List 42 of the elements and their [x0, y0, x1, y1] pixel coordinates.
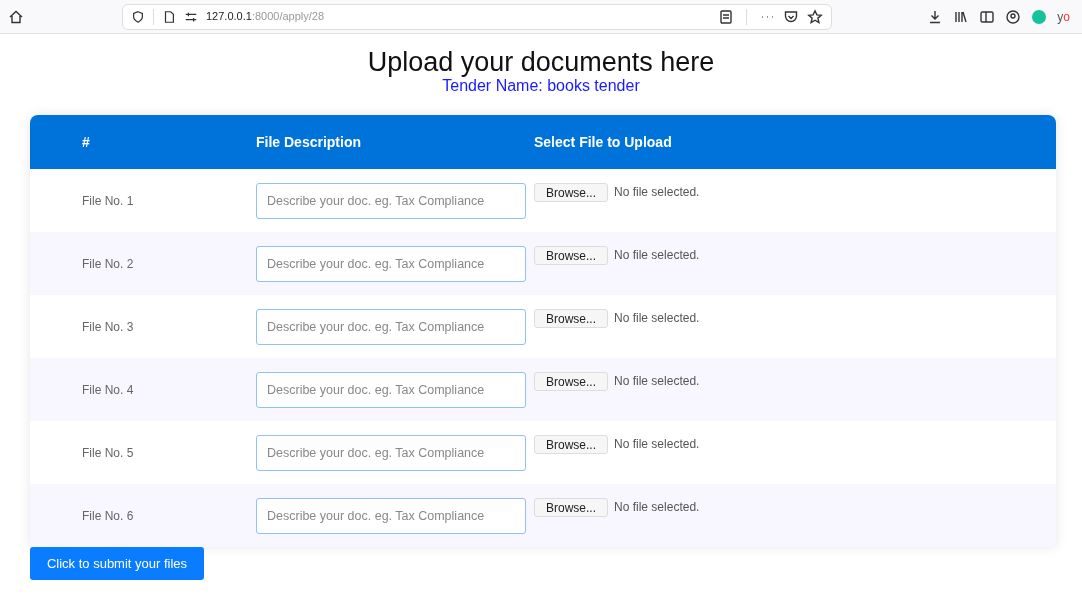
file-label: File No. 5	[81, 444, 135, 462]
browse-button[interactable]: Browse...	[534, 498, 608, 517]
file-status: No file selected.	[614, 436, 700, 453]
file-status: No file selected.	[614, 499, 700, 516]
reader-icon[interactable]	[718, 8, 734, 25]
url-path: :8000/apply/28	[251, 10, 325, 23]
file-label: File No. 2	[81, 255, 135, 273]
account-icon[interactable]	[1005, 8, 1022, 25]
url-host: 127.0.0.1	[206, 10, 252, 23]
column-header: Select File to Upload	[534, 132, 672, 152]
submit-button[interactable]: Click to submit your files	[30, 547, 204, 580]
star-icon[interactable]	[807, 8, 823, 25]
sidebar-icon[interactable]	[979, 8, 996, 25]
description-field[interactable]: Describe your doc. eg. Tax Compliance	[256, 497, 526, 534]
column-header: File Description	[256, 132, 363, 152]
address-bar[interactable]: 127.0.0.1:8000/apply/28	[122, 3, 832, 30]
column-header: #	[81, 132, 91, 152]
extension-label[interactable]: yo	[1057, 7, 1070, 26]
page-title: Upload your documents here	[367, 47, 715, 77]
file-status: No file selected.	[614, 184, 700, 201]
file-label: File No. 6	[81, 507, 135, 525]
home-icon[interactable]	[8, 8, 24, 25]
description-field[interactable]: Describe your doc. eg. Tax Compliance	[256, 308, 526, 345]
file-label: File No. 4	[81, 381, 135, 399]
browse-button[interactable]: Browse...	[534, 435, 608, 454]
browse-button[interactable]: Browse...	[534, 183, 608, 202]
shield-icon[interactable]	[131, 8, 145, 25]
description-field[interactable]: Describe your doc. eg. Tax Compliance	[256, 245, 526, 282]
description-field[interactable]: Describe your doc. eg. Tax Compliance	[256, 371, 526, 408]
file-status: No file selected.	[614, 247, 700, 264]
file-label: File No. 3	[81, 318, 135, 336]
browse-button[interactable]: Browse...	[534, 246, 608, 265]
description-field[interactable]: Describe your doc. eg. Tax Compliance	[256, 182, 526, 219]
browse-button[interactable]: Browse...	[534, 372, 608, 391]
browse-button[interactable]: Browse...	[534, 309, 608, 328]
pocket-icon[interactable]	[783, 8, 799, 25]
file-label: File No. 1	[81, 192, 135, 210]
file-status: No file selected.	[614, 310, 700, 327]
tender-name: Tender Name: books tender	[442, 77, 640, 95]
page-icon[interactable]	[162, 8, 176, 25]
description-field[interactable]: Describe your doc. eg. Tax Compliance	[256, 434, 526, 471]
file-status: No file selected.	[614, 373, 700, 390]
